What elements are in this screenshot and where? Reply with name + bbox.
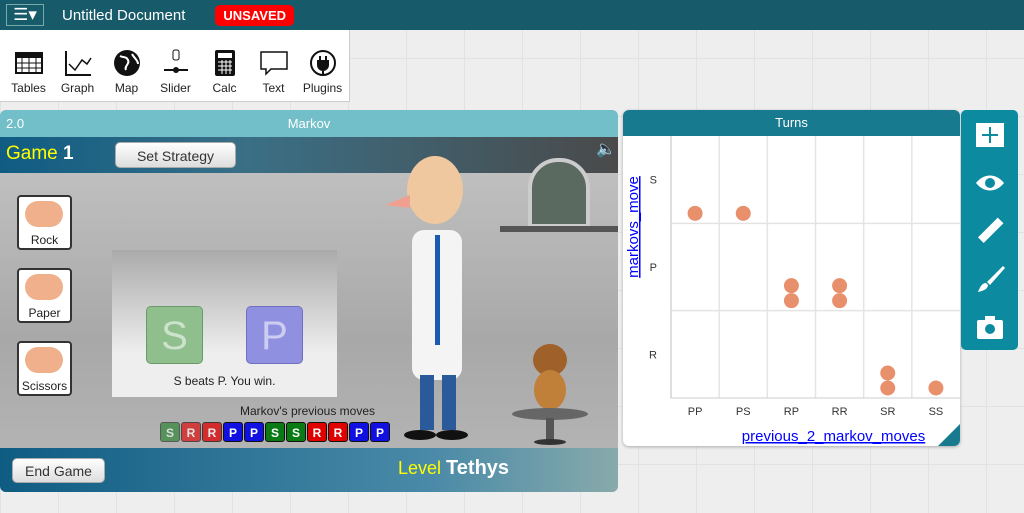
- game-footer: End Game Level Tethys: [0, 448, 618, 492]
- tool-label: Slider: [160, 81, 191, 95]
- tool-label: Plugins: [302, 81, 343, 95]
- y-tick-label: P: [650, 262, 657, 274]
- resize-handle-icon[interactable]: [938, 424, 960, 446]
- player-move-card: S: [146, 306, 203, 364]
- globe-icon: [113, 50, 140, 76]
- result-message: S beats P. You win.: [173, 374, 276, 388]
- level-label: Level: [398, 458, 442, 478]
- game-number: 1: [63, 143, 74, 164]
- scissors-button[interactable]: Scissors: [17, 341, 72, 396]
- x-tick-label: SS: [929, 406, 944, 418]
- paintbrush-icon[interactable]: [975, 264, 1005, 294]
- hamburger-menu-icon[interactable]: ☰▾: [6, 4, 44, 26]
- x-tick-label: PP: [688, 406, 703, 418]
- data-point[interactable]: [880, 380, 896, 396]
- rock-button[interactable]: Rock: [17, 195, 72, 250]
- professor-markov-illustration: [385, 156, 468, 440]
- data-point[interactable]: [832, 293, 848, 309]
- previous-moves-list: SRRPPSSRRPP: [160, 422, 390, 442]
- speaker-icon[interactable]: 🔈: [596, 139, 616, 159]
- game-label: Game: [6, 143, 58, 164]
- set-strategy-button[interactable]: Set Strategy: [115, 142, 236, 168]
- turns-graph-panel: Turns PP PS RP RR SR SS R P Sprevious_2_markov_m…: [623, 110, 960, 446]
- previous-move-R: R: [181, 422, 201, 442]
- previous-move-P: P: [370, 422, 390, 442]
- tool-label: Text: [262, 81, 285, 95]
- tool-map[interactable]: Map: [102, 30, 151, 101]
- hand-label: Paper: [28, 306, 61, 320]
- result-area: S P S beats P. You win.: [112, 250, 337, 397]
- paper-button[interactable]: Paper: [17, 268, 72, 323]
- previous-moves-label: Markov's previous moves: [240, 404, 375, 418]
- previous-move-S: S: [265, 422, 285, 442]
- tool-plugins[interactable]: Plugins: [298, 30, 347, 101]
- previous-move-S: S: [160, 422, 180, 442]
- ruler-icon[interactable]: [975, 216, 1005, 246]
- tool-label: Tables: [11, 81, 46, 95]
- camera-icon[interactable]: [975, 312, 1005, 342]
- previous-move-P: P: [223, 422, 243, 442]
- data-point[interactable]: [783, 278, 799, 294]
- x-axis-label[interactable]: previous_2_markov_moves: [742, 428, 925, 445]
- document-title[interactable]: Untitled Document: [62, 7, 185, 24]
- previous-move-R: R: [202, 422, 222, 442]
- tool-label: Map: [114, 81, 139, 95]
- top-bar: ☰▾ Untitled Document UNSAVED: [0, 0, 1024, 30]
- mouse-hole-shelf: [500, 158, 618, 234]
- panel-title-bar[interactable]: 2.0 Markov: [0, 110, 618, 137]
- game-counter: Game 1: [6, 143, 74, 165]
- rescale-icon[interactable]: [975, 120, 1005, 150]
- slider-icon: [163, 49, 188, 73]
- tool-slider[interactable]: Slider: [151, 30, 200, 101]
- calculator-icon: [214, 50, 235, 76]
- graph-title[interactable]: Turns: [623, 110, 960, 136]
- data-point[interactable]: [880, 365, 896, 381]
- previous-move-R: R: [307, 422, 327, 442]
- unsaved-badge: UNSAVED: [215, 4, 295, 26]
- markov-game-panel: 2.0 Markov Game 1 Set Strategy 🔈 Rock Pap…: [0, 110, 618, 492]
- y-axis-label[interactable]: markovs_move: [625, 176, 642, 278]
- previous-move-P: P: [244, 422, 264, 442]
- level-indicator: Level Tethys: [398, 457, 509, 480]
- open-hand-icon: [25, 274, 63, 300]
- end-game-button[interactable]: End Game: [12, 458, 105, 483]
- plug-icon: [309, 50, 336, 76]
- toolbar: Tables Graph Map Slider Calc Text Plugins: [0, 30, 350, 102]
- hand-label: Rock: [30, 233, 59, 247]
- data-point[interactable]: [783, 293, 799, 309]
- tool-text[interactable]: Text: [249, 30, 298, 101]
- tool-calc[interactable]: Calc: [200, 30, 249, 101]
- data-point[interactable]: [735, 205, 751, 221]
- x-tick-label: PS: [736, 406, 751, 418]
- graph-tool-palette: [961, 110, 1018, 350]
- scissors-hand-icon: [25, 347, 63, 373]
- x-tick-label: RR: [832, 406, 848, 418]
- x-tick-label: SR: [880, 406, 895, 418]
- graph-plot: PP PS RP RR SR SSRPSprevious_2_markov_movesma…: [625, 136, 960, 445]
- previous-move-R: R: [328, 422, 348, 442]
- hand-label: Scissors: [21, 379, 68, 393]
- panel-title: Markov: [287, 116, 331, 131]
- text-bubble-icon: [259, 51, 288, 76]
- y-tick-label: S: [650, 175, 657, 187]
- version: 2.0: [6, 116, 25, 131]
- x-tick-label: RP: [784, 406, 799, 418]
- table-icon: [14, 52, 43, 74]
- markov-move-card: P: [246, 306, 303, 364]
- previous-move-P: P: [349, 422, 369, 442]
- previous-move-S: S: [286, 422, 306, 442]
- dog-on-stool-illustration: [512, 344, 588, 445]
- fist-icon: [25, 201, 63, 227]
- tool-label: Calc: [212, 81, 237, 95]
- y-tick-label: R: [649, 349, 657, 361]
- data-point[interactable]: [928, 380, 944, 396]
- tool-graph[interactable]: Graph: [53, 30, 102, 101]
- data-point[interactable]: [832, 278, 848, 294]
- eye-icon[interactable]: [975, 168, 1005, 198]
- tool-tables[interactable]: Tables: [4, 30, 53, 101]
- graph-icon: [64, 51, 92, 76]
- data-point[interactable]: [687, 205, 703, 221]
- tool-label: Graph: [60, 81, 95, 95]
- level-name: Tethys: [446, 457, 510, 479]
